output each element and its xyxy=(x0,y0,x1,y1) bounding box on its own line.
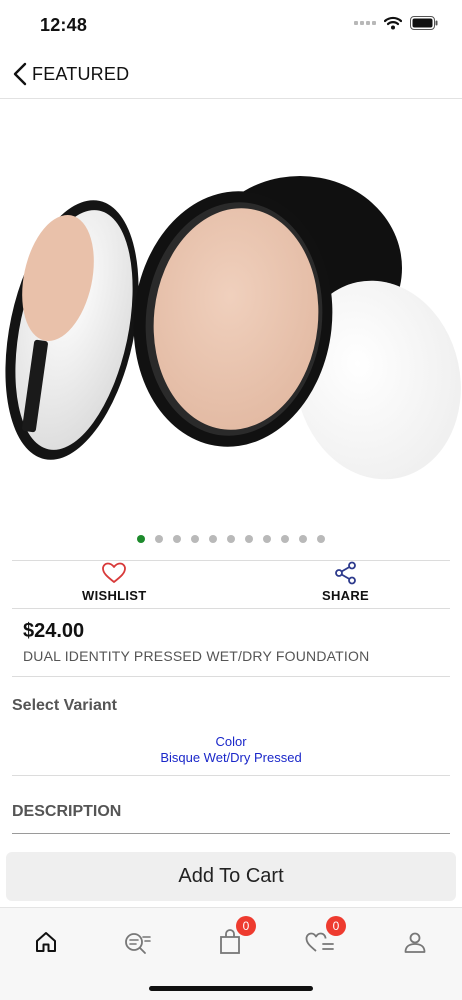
carousel-dot[interactable] xyxy=(155,535,163,543)
divider xyxy=(12,676,450,677)
chevron-left-icon xyxy=(13,62,27,86)
tab-wishlist[interactable]: 0 xyxy=(300,916,346,962)
carousel-dot[interactable] xyxy=(281,535,289,543)
tab-bar: 0 0 xyxy=(0,907,462,1000)
product-actions: WISHLIST SHARE xyxy=(12,561,450,608)
battery-icon xyxy=(410,16,438,30)
cart-badge: 0 xyxy=(236,916,256,936)
description-title[interactable]: DESCRIPTION xyxy=(12,803,121,821)
heart-outline-icon xyxy=(102,562,127,583)
tab-cart[interactable]: 0 xyxy=(210,916,256,962)
tab-home[interactable] xyxy=(26,922,66,962)
status-time: 12:48 xyxy=(40,15,88,35)
carousel-dot[interactable] xyxy=(245,535,253,543)
home-icon xyxy=(36,932,56,952)
product-name: DUAL IDENTITY PRESSED WET/DRY FOUNDATION xyxy=(23,648,370,664)
divider xyxy=(12,833,450,834)
select-variant-title: Select Variant xyxy=(12,697,117,714)
wishlist-badge: 0 xyxy=(326,916,346,936)
cellular-signal-icon xyxy=(354,21,376,25)
product-image[interactable] xyxy=(0,118,462,518)
variant-option-name: Color xyxy=(215,734,247,749)
carousel-dot[interactable] xyxy=(191,535,199,543)
nav-title: FEATURED xyxy=(32,63,130,84)
share-icon xyxy=(334,561,356,585)
status-bar: 12:48 xyxy=(0,0,462,50)
wishlist-label: WISHLIST xyxy=(82,588,147,603)
home-indicator xyxy=(149,986,313,991)
tab-search[interactable] xyxy=(117,922,157,962)
carousel-dot[interactable] xyxy=(173,535,181,543)
product-price: $24.00 xyxy=(23,620,85,642)
carousel-dot[interactable] xyxy=(263,535,271,543)
divider xyxy=(12,608,450,609)
carousel-dot[interactable] xyxy=(227,535,235,543)
status-icons xyxy=(354,16,438,30)
user-icon xyxy=(404,932,426,953)
carousel-dots[interactable] xyxy=(0,535,462,543)
variant-option-value: Bisque Wet/Dry Pressed xyxy=(160,750,302,765)
tab-account[interactable] xyxy=(395,922,435,962)
share-button[interactable]: SHARE xyxy=(322,561,369,603)
share-label: SHARE xyxy=(322,588,370,603)
search-list-icon xyxy=(125,933,151,954)
carousel-dot[interactable] xyxy=(209,535,217,543)
wishlist-button[interactable]: WISHLIST xyxy=(82,561,147,603)
wifi-icon xyxy=(384,16,402,30)
nav-bar: FEATURED xyxy=(0,50,462,99)
add-to-cart-button[interactable]: Add To Cart xyxy=(6,852,456,901)
carousel-dot[interactable] xyxy=(137,535,145,543)
back-button[interactable]: FEATURED xyxy=(12,62,129,86)
carousel-dot[interactable] xyxy=(317,535,325,543)
divider xyxy=(12,775,450,776)
carousel-dot[interactable] xyxy=(299,535,307,543)
variant-option-color[interactable]: Color Bisque Wet/Dry Pressed xyxy=(0,734,462,766)
